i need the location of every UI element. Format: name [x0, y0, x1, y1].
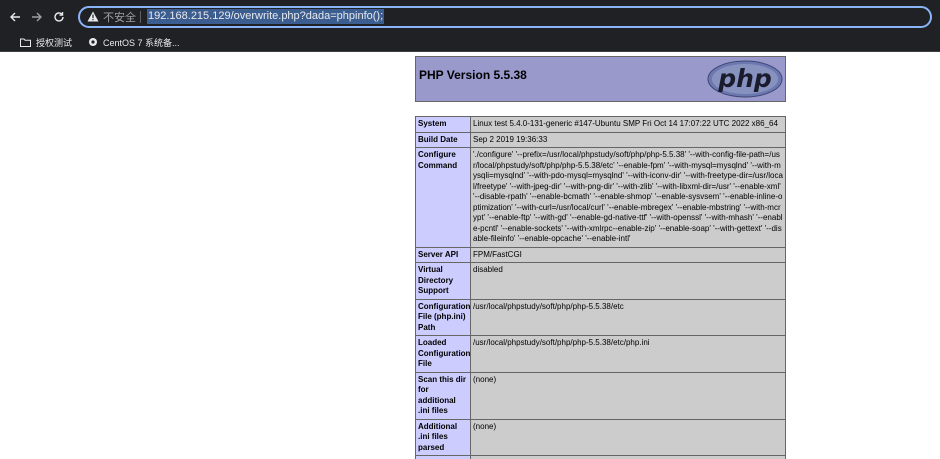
row-key: PHP API [415, 455, 471, 459]
table-row: Server API FPM/FastCGI [415, 246, 786, 263]
centos-icon [88, 37, 98, 47]
svg-text:php: php [717, 64, 772, 93]
table-row: Loaded Configuration File/usr/local/phps… [415, 335, 786, 373]
row-value: './configure' '--prefix=/usr/local/phpst… [470, 147, 786, 248]
table-row: Configuration File (php.ini) Path/usr/lo… [415, 298, 786, 336]
table-row: Configure Command './configure' '--prefix… [415, 147, 786, 248]
row-value: Sep 2 2019 19:36:33 [470, 131, 786, 148]
row-value: 20121113 [470, 455, 786, 459]
row-key: Scan this dir for additional .ini files [415, 371, 471, 420]
phpinfo-container: PHP Version 5.5.38 php System Linux test … [415, 56, 786, 459]
address-bar[interactable]: 不安全 192.168.215.129/overwrite.php?dada=p… [78, 5, 932, 28]
bookmark-folder-auth-test[interactable]: 授权测试 [20, 36, 72, 49]
bookmark-label: 授权测试 [36, 37, 73, 48]
page-content: PHP Version 5.5.38 php System Linux test … [0, 52, 940, 459]
row-value: Linux test 5.4.0-131-generic #147-Ubuntu… [470, 116, 786, 133]
table-row: Scan this dir for additional .ini files(… [415, 371, 786, 420]
row-value: /usr/local/phpstudy/soft/php/php-5.5.38/… [470, 335, 786, 373]
security-label[interactable]: 不安全 [103, 9, 136, 25]
url-text[interactable]: 192.168.215.129/overwrite.php?dada=phpin… [147, 9, 385, 24]
back-icon[interactable] [6, 8, 24, 26]
warning-icon[interactable] [86, 10, 100, 24]
table-row: PHP API20121113 [415, 455, 786, 459]
browser-toolbar: 不安全 192.168.215.129/overwrite.php?dada=p… [0, 0, 940, 33]
table-row: System Linux test 5.4.0-131-generic #147-… [415, 116, 786, 133]
phpinfo-table: System Linux test 5.4.0-131-generic #147-… [415, 116, 786, 459]
php-logo: php [707, 60, 783, 103]
row-value: FPM/FastCGI [470, 246, 786, 263]
row-key: Loaded Configuration File [415, 335, 471, 373]
table-row: Virtual Directory Support disabled [415, 262, 786, 300]
page-title: PHP Version 5.5.38 [419, 68, 527, 82]
row-key: Configure Command [415, 147, 471, 248]
folder-icon [20, 38, 31, 47]
table-row: Additional .ini files parsed (none) [415, 418, 786, 456]
row-value: (none) [470, 418, 786, 456]
bookmark-label: CentOS 7 系统备... [103, 37, 180, 48]
row-value: /usr/local/phpstudy/soft/php/php-5.5.38/… [470, 298, 786, 336]
row-key: System [415, 116, 471, 133]
table-row: Build Date Sep 2 2019 19:36:33 [415, 131, 786, 148]
forward-icon[interactable] [28, 8, 46, 26]
bookmarks-bar: 授权测试 CentOS 7 系统备... [0, 33, 940, 52]
row-value: disabled [470, 262, 786, 300]
row-key: Virtual Directory Support [415, 262, 471, 300]
reload-icon[interactable] [50, 8, 68, 26]
row-key: Build Date [415, 131, 471, 148]
phpinfo-header: PHP Version 5.5.38 php [415, 56, 786, 102]
bookmark-centos[interactable]: CentOS 7 系统备... [88, 36, 180, 49]
row-key: Server API [415, 246, 471, 263]
browser-chrome: 不安全 192.168.215.129/overwrite.php?dada=p… [0, 0, 940, 52]
omnibox-divider [140, 10, 141, 23]
row-key: Additional .ini files parsed [415, 418, 471, 456]
row-value: (none) [470, 371, 786, 420]
row-key: Configuration File (php.ini) Path [415, 298, 471, 336]
